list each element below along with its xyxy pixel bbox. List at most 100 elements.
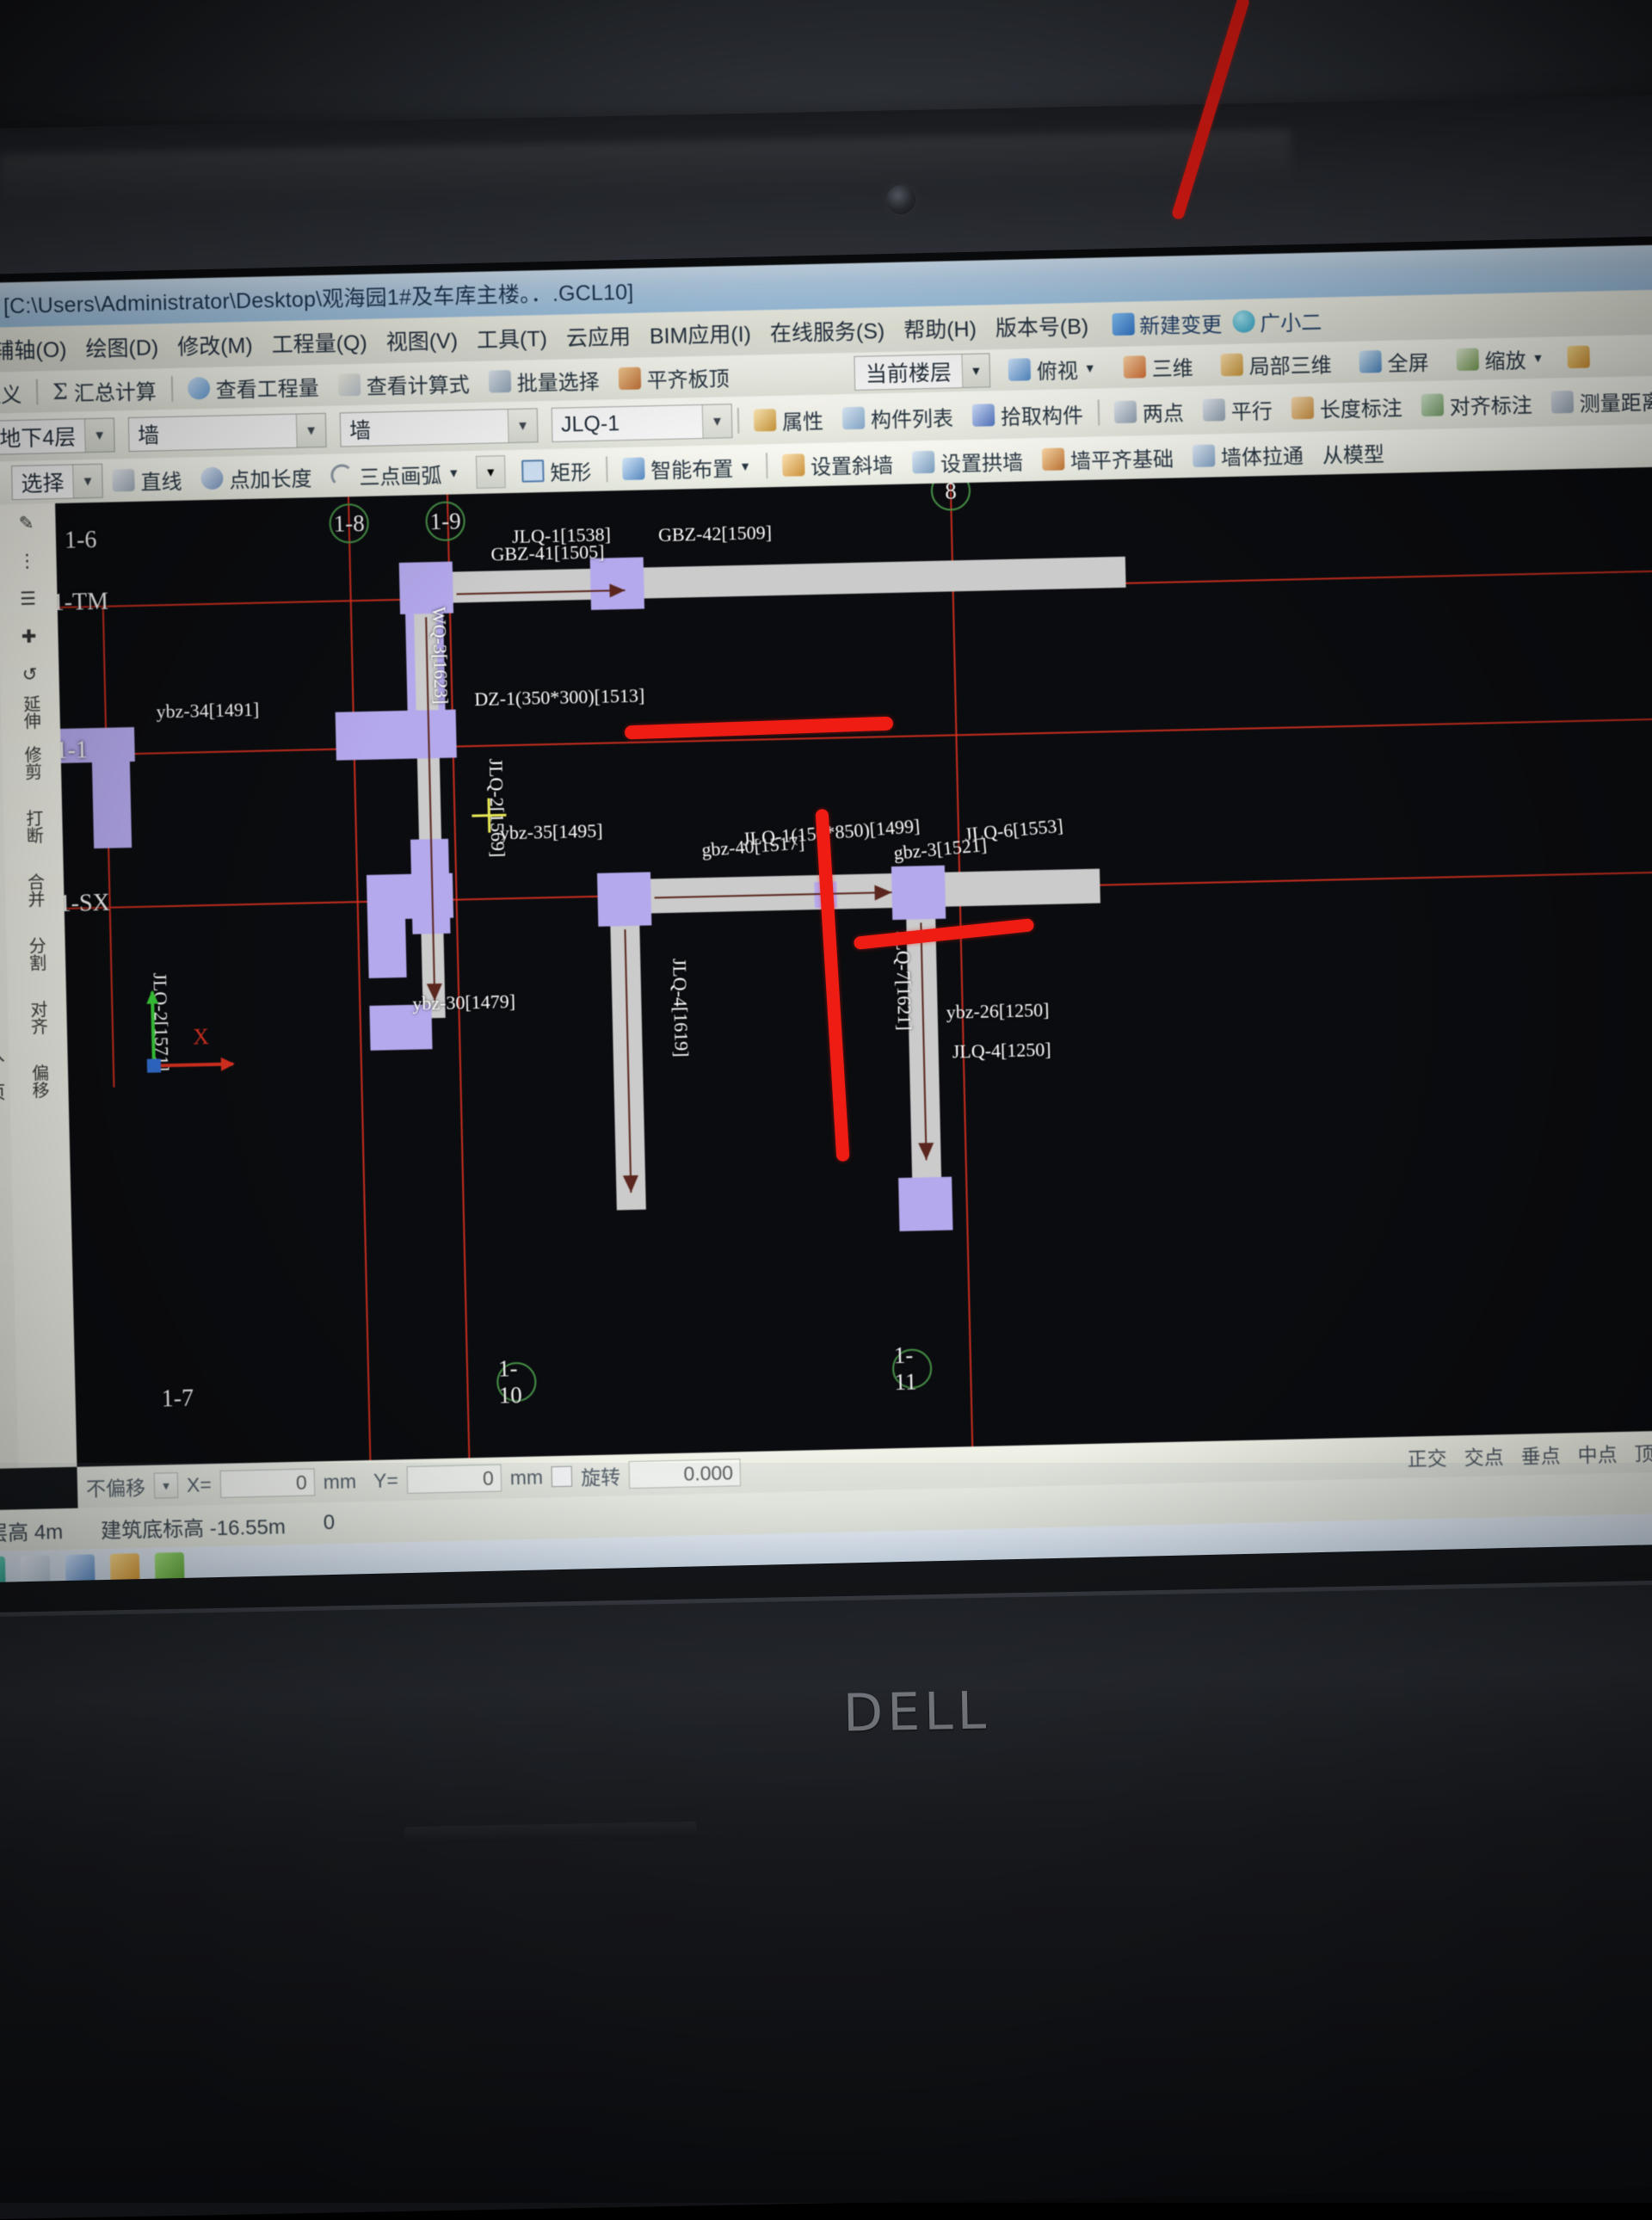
rotate-icon[interactable]: ↺ [0,655,59,694]
split-tool[interactable]: 分割 [6,922,66,987]
partial-3d-button[interactable]: 局部三维 [1211,348,1341,380]
pick-component-icon [972,404,996,427]
snap-vertex[interactable]: 顶点 [1625,1436,1652,1466]
select-tool-button[interactable]: 选择 ▼ [11,464,103,500]
chevron-down-icon[interactable]: ▼ [702,404,732,438]
y-input[interactable]: 0 [406,1465,502,1494]
cad-drawing-canvas[interactable]: 1-6 1-TM 1-1 1-SX 1-7 1-8 1-9 8 1-10 1-1… [55,466,1652,1467]
wall-segment[interactable] [898,1177,952,1231]
chevron-down-icon[interactable]: ▼ [84,418,114,452]
three-point-arc-button[interactable]: 三点画弧 ▼ [321,458,470,491]
menu-item-view[interactable]: 视图(V) [376,324,467,356]
wall-segment[interactable] [644,557,1126,599]
new-change-button[interactable]: 新建变更 [1112,307,1223,340]
arch-wall-button[interactable]: 设置拱墙 [903,445,1033,478]
menu-item-help[interactable]: 帮助(H) [894,311,987,344]
wall-segment[interactable] [91,727,132,848]
top-view-button[interactable]: 俯视 ▼ [998,353,1106,385]
rotate-checkbox[interactable] [552,1466,573,1488]
chevron-down-icon[interactable]: ▼ [296,414,326,447]
batch-select-button[interactable]: 批量选择 [478,364,609,397]
view-quantity-button[interactable]: 查看工程量 [177,370,329,404]
wall-segment[interactable] [367,874,407,978]
wall-segment[interactable] [945,869,1100,907]
wall-extend-button[interactable]: 墙体拉通 [1182,438,1313,471]
pen-icon[interactable]: ✎ [0,503,56,543]
taskbar-app-icon[interactable] [65,1554,96,1582]
extend-tool[interactable]: 延伸 [1,693,60,732]
menu-item-online-service[interactable]: 在线服务(S) [760,314,894,348]
rotate-input[interactable]: 0.000 [629,1458,742,1489]
chevron-down-icon[interactable]: ▼ [1532,351,1544,365]
axis-bubble-1-8[interactable]: 1-8 [329,503,369,544]
measure-distance-button[interactable]: 测量距离 [1541,385,1652,417]
define-button[interactable]: 定义 [0,377,32,409]
menu-item-tools[interactable]: 工具(T) [467,322,558,355]
merge-tool[interactable]: 合并 [4,858,65,923]
break-tool[interactable]: 打断 [3,794,64,860]
chevron-down-icon[interactable]: ▼ [154,1472,179,1499]
chevron-down-icon[interactable]: ▼ [447,466,459,479]
move-icon[interactable]: ✚ [0,617,59,657]
properties-button[interactable]: 属性 [744,404,834,435]
two-point-button[interactable]: 两点 [1104,395,1193,427]
snap-perpendicular[interactable]: 垂点 [1512,1439,1569,1469]
menu-item-version[interactable]: 版本号(B) [985,309,1098,342]
taskbar-app-icon[interactable] [21,1555,51,1582]
parallel-button[interactable]: 平行 [1193,393,1282,425]
taskbar-app-icon[interactable] [155,1552,185,1582]
chevron-down-icon[interactable]: ▼ [739,459,751,473]
taskbar-app-icon[interactable] [110,1553,140,1582]
line-tool-button[interactable]: 直线 [102,464,192,496]
category-combo[interactable]: 墙 ▼ [128,413,327,452]
chevron-down-icon[interactable]: ▼ [72,465,102,498]
pick-component-button[interactable]: 拾取构件 [963,398,1094,430]
three-d-button[interactable]: 三维 [1113,350,1203,382]
current-floor-selector[interactable]: 当前楼层 ▼ [854,353,990,391]
view-formula-button[interactable]: 查看计算式 [328,367,479,400]
axis-bubble-1-11[interactable]: 1-11 [892,1348,933,1389]
point-length-tool-button[interactable]: 点加长度 [191,461,322,494]
lock-icon[interactable] [1567,346,1590,369]
menu-item-cloud-app[interactable]: 云应用 [556,320,640,353]
menu-item-quantity[interactable]: 工程量(Q) [262,326,377,360]
snap-ortho[interactable]: 正交 [1398,1441,1456,1471]
wall-align-foundation-button[interactable]: 墙平齐基础 [1032,441,1184,475]
merge-label: 合并 [22,873,47,908]
dots-icon[interactable]: ⋮ [0,541,57,581]
chevron-down-icon[interactable]: ▼ [961,354,989,387]
chevron-down-icon[interactable]: ▼ [476,455,506,489]
menu-item-draw[interactable]: 绘图(D) [76,330,169,363]
axis-bubble-1-9[interactable]: 1-9 [425,501,465,541]
snap-midpoint[interactable]: 中点 [1569,1438,1626,1468]
subcategory-combo[interactable]: 墙 ▼ [340,408,539,447]
menu-item-auxiliary-axis[interactable]: 辅轴(O) [0,332,77,365]
menu-item-bim-app[interactable]: BIM应用(I) [639,317,761,350]
align-dim-button[interactable]: 对齐标注 [1411,387,1542,420]
zoom-button[interactable]: 缩放 ▼ [1446,342,1554,375]
offset-tool[interactable]: 偏移 [9,1049,69,1114]
summary-calc-button[interactable]: Σ 汇总计算 [43,374,166,407]
component-combo[interactable]: JLQ-1 ▼ [552,404,733,442]
floor-combo[interactable]: 地下4层 ▼ [0,417,115,454]
length-dim-button[interactable]: 长度标注 [1281,391,1412,423]
chevron-down-icon[interactable]: ▼ [508,409,538,442]
align-slab-top-button[interactable]: 平齐板顶 [608,361,739,393]
slope-wall-button[interactable]: 设置斜墙 [773,447,903,480]
layers-icon[interactable]: ☰ [0,579,58,619]
snap-intersection[interactable]: 交点 [1455,1440,1513,1471]
x-input[interactable]: 0 [219,1468,315,1497]
component-list-button[interactable]: 构件列表 [833,401,964,434]
smart-layout-button[interactable]: 智能布置 ▼ [613,451,761,484]
align-tool[interactable]: 对齐 [8,985,68,1051]
taskbar-app-icon[interactable] [0,1557,6,1583]
user-account-button[interactable]: 广小二 [1232,305,1322,336]
from-model-button[interactable]: 从模型 [1312,436,1394,468]
chevron-down-icon[interactable]: ▼ [1084,361,1096,375]
menu-item-modify[interactable]: 修改(M) [168,329,262,361]
wall-segment[interactable] [597,872,651,926]
rectangle-tool-button[interactable]: 矩形 [512,454,601,486]
axis-bubble-1-10[interactable]: 1-10 [496,1362,537,1403]
trim-tool[interactable]: 修剪 [2,731,62,796]
fullscreen-button[interactable]: 全屏 [1349,345,1439,377]
